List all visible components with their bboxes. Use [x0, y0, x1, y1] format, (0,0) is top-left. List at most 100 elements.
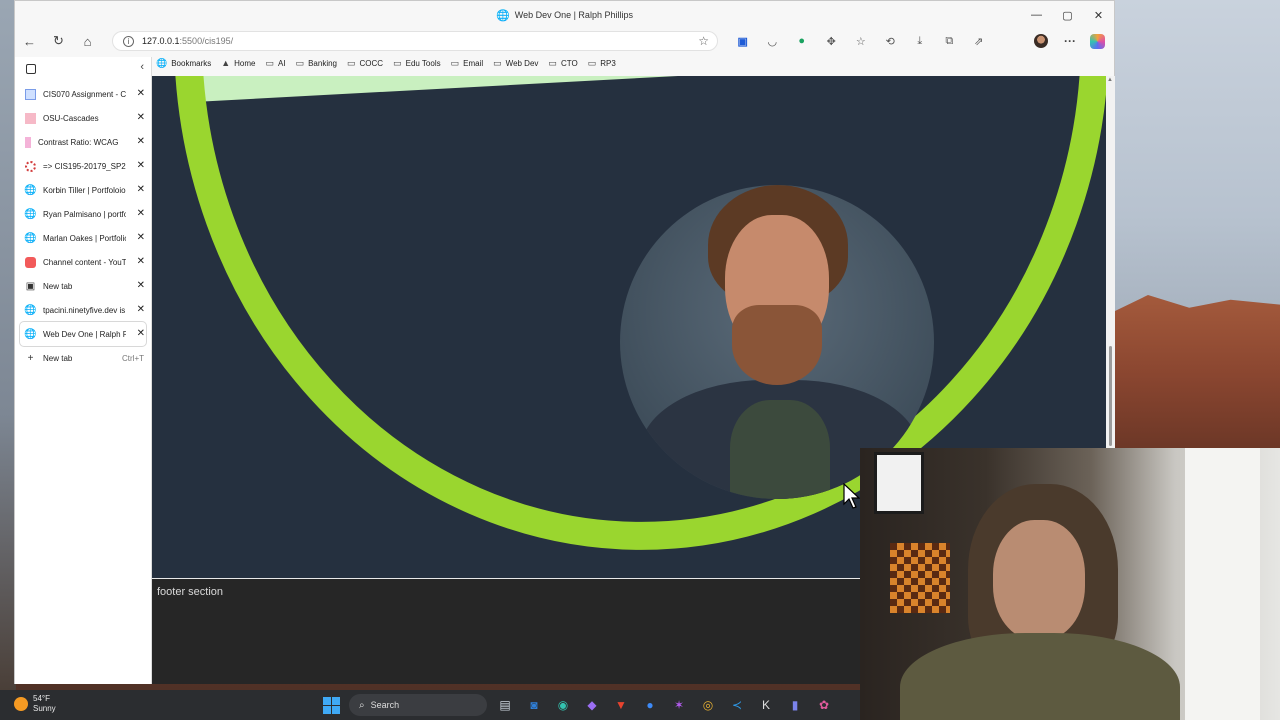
bookmark-cocc[interactable]: ▭ COCC	[347, 58, 383, 69]
outlook-icon[interactable]: ◙	[523, 694, 545, 716]
bookmark-banking[interactable]: ▭ Banking	[296, 58, 337, 69]
bookmark-bookmarks[interactable]: 🌐 Bookmarks	[156, 58, 211, 69]
home-button[interactable]: ⌂	[73, 29, 102, 53]
ring-favicon-icon	[25, 160, 36, 172]
globe-favicon-icon: 🌐	[24, 304, 37, 316]
bitwarden-icon[interactable]: ▣	[728, 29, 758, 53]
webcam-poster	[874, 452, 924, 514]
chrome-icon[interactable]: ◎	[697, 694, 719, 716]
grammarly-icon[interactable]: ●	[787, 29, 817, 53]
webcam-lamp	[890, 543, 950, 613]
tab-item[interactable]: 🌐 Marlan Oakes | Portfolio ✕	[20, 226, 146, 250]
copilot-app-icon[interactable]: ✿	[813, 694, 835, 716]
favorite-star-icon[interactable]: ☆	[698, 34, 709, 48]
bookmark-label: Email	[463, 58, 484, 68]
back-button[interactable]: ←	[15, 29, 44, 53]
bookmark-web-dev[interactable]: ▭ Web Dev	[493, 58, 538, 69]
title-bar: 🌐 Web Dev One | Ralph Phillips — ▢ ✕	[15, 1, 1114, 29]
window-title: Web Dev One | Ralph Phillips	[514, 10, 633, 20]
downloads-icon[interactable]: ⤓	[905, 29, 935, 53]
browser-toolbar: ← ↻ ⌂ i 127.0.0.1 :5500/cis195/ ☆ ▣ ◡ ● …	[15, 29, 1114, 53]
app-purple-icon[interactable]: ◆	[581, 694, 603, 716]
scrollbar-thumb[interactable]	[1109, 346, 1112, 446]
close-tab-icon[interactable]: ✕	[137, 88, 145, 99]
more-menu-icon[interactable]: ···	[1058, 29, 1082, 53]
favorites-icon[interactable]: ☆	[846, 29, 876, 53]
brave-icon[interactable]: ▼	[610, 694, 632, 716]
refresh-button[interactable]: ↻	[44, 29, 73, 53]
bookmark-label: Edu Tools	[405, 58, 441, 68]
folder-icon: ▭	[393, 57, 402, 68]
collapse-sidebar-icon[interactable]: ‹	[140, 61, 144, 73]
bookmark-label: AI	[278, 58, 286, 68]
bookmark-edu-tools[interactable]: ▭ Edu Tools	[393, 58, 441, 69]
tab-item[interactable]: 🌐 tpacini.ninetyfive.dev is ✕	[20, 298, 146, 322]
bookmark-rp3[interactable]: ▭ RP3	[588, 58, 616, 69]
edge-icon[interactable]: ◉	[552, 694, 574, 716]
globe-icon: 🌐	[156, 57, 168, 68]
file-explorer-icon[interactable]: ▤	[494, 694, 516, 716]
profile-avatar[interactable]	[1034, 34, 1048, 48]
close-button[interactable]: ✕	[1083, 1, 1114, 29]
close-tab-icon[interactable]: ✕	[137, 328, 145, 339]
weather-widget[interactable]: 54°F Sunny	[14, 694, 56, 714]
tab-item[interactable]: Contrast Ratio: WCAG C ✕	[20, 130, 146, 154]
wallpaper-cliff	[1115, 295, 1280, 455]
close-tab-icon[interactable]: ✕	[137, 136, 145, 147]
screenshot-icon[interactable]: ⧉	[935, 29, 965, 53]
tab-title: Contrast Ratio: WCAG C	[38, 137, 121, 147]
close-tab-icon[interactable]: ✕	[137, 280, 145, 291]
pink-favicon-icon	[25, 136, 31, 148]
tab-item[interactable]: ▣ New tab ✕	[20, 274, 146, 298]
scroll-up-icon[interactable]: ▲	[1107, 77, 1113, 83]
bookmark-label: Home	[234, 58, 256, 68]
tab-item[interactable]: => CIS195-20179_SP25 ✕	[20, 154, 146, 178]
start-button[interactable]	[320, 694, 342, 716]
close-tab-icon[interactable]: ✕	[137, 208, 145, 219]
close-tab-icon[interactable]: ✕	[137, 304, 145, 315]
close-tab-icon[interactable]: ✕	[137, 256, 145, 267]
folder-icon: ▭	[450, 57, 460, 68]
vscode-icon[interactable]: ≺	[726, 694, 748, 716]
firefox-icon[interactable]: ●	[639, 694, 661, 716]
close-tab-icon[interactable]: ✕	[137, 184, 145, 195]
tab-item[interactable]: OSU-Cascades ✕	[20, 106, 146, 130]
taskbar-search[interactable]: ⌕ Search	[349, 694, 487, 716]
address-bar[interactable]: i 127.0.0.1 :5500/cis195/ ☆	[112, 31, 718, 51]
close-tab-icon[interactable]: ✕	[137, 112, 145, 123]
tab-title: Marlan Oakes | Portfolio	[43, 233, 126, 243]
bookmark-home[interactable]: ▲ Home	[221, 58, 255, 68]
bookmark-label: CTO	[560, 58, 578, 68]
tab-item[interactable]: CIS070 Assignment - C ✕	[20, 82, 146, 106]
tab-item[interactable]: 🌐 Ryan Palmisano | portfo ✕	[20, 202, 146, 226]
extensions-icon[interactable]: ✥	[817, 29, 847, 53]
bookmark-ai[interactable]: ▭ AI	[266, 58, 286, 69]
tab-title: Korbin Tiller | Portfoloio	[43, 185, 126, 195]
bookmark-email[interactable]: ▭ Email	[451, 58, 484, 69]
folder-icon: ▭	[295, 57, 305, 68]
pocket-icon[interactable]: ◡	[758, 29, 788, 53]
bookmark-cto[interactable]: ▭ CTO	[548, 58, 577, 69]
share-icon[interactable]: ⇗	[964, 29, 994, 53]
app-k-icon[interactable]: K	[755, 694, 777, 716]
teams-icon[interactable]: ▮	[784, 694, 806, 716]
maximize-button[interactable]: ▢	[1052, 1, 1083, 29]
info-icon[interactable]: i	[123, 35, 134, 47]
folder-icon: ▭	[347, 57, 356, 68]
tab-item[interactable]: 🌐 Web Dev One | Ralph P ✕	[20, 322, 146, 346]
bookmark-label: COCC	[359, 58, 384, 68]
close-tab-icon[interactable]: ✕	[137, 232, 145, 243]
globe-favicon-icon: 🌐	[24, 184, 37, 196]
close-tab-icon[interactable]: ✕	[137, 160, 145, 171]
tab-title: tpacini.ninetyfive.dev is	[43, 305, 126, 315]
tab-item[interactable]: 🌐 Korbin Tiller | Portfoloio ✕	[20, 178, 146, 202]
globe-icon: 🌐	[496, 9, 510, 22]
copilot-icon[interactable]	[1090, 34, 1105, 49]
tab-actions-icon[interactable]	[26, 64, 36, 74]
tab-item[interactable]: Channel content - YouT ✕	[20, 250, 146, 274]
new-tab-button[interactable]: + New tab Ctrl+T	[20, 346, 146, 370]
weather-temp: 54°F	[33, 694, 50, 703]
minimize-button[interactable]: —	[1021, 1, 1052, 29]
app-star-icon[interactable]: ✶	[668, 694, 690, 716]
history-icon[interactable]: ⟲	[876, 29, 906, 53]
